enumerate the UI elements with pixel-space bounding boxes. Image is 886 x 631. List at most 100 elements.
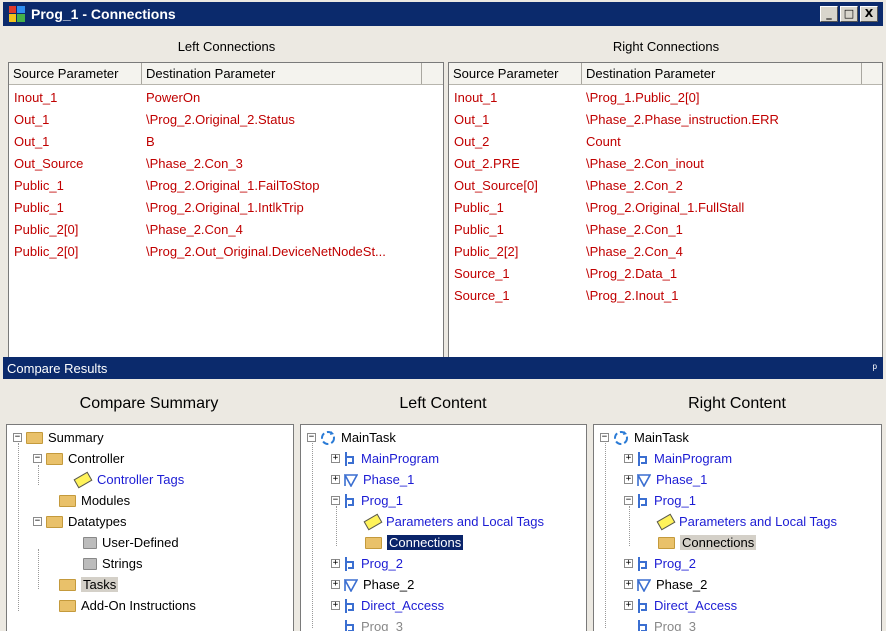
connection-row[interactable]: Public_2[0] \Phase_2.Con_4 [9,219,443,241]
folder-icon [26,431,43,444]
connection-row[interactable]: Out_1 \Phase_2.Phase_instruction.ERR [449,109,882,131]
column-header-destination[interactable]: Destination Parameter [582,63,862,84]
maximize-button[interactable]: □ [840,6,858,22]
expand-icon[interactable]: + [624,454,633,463]
destination-parameter-cell: \Phase_2.Con_4 [586,244,683,259]
tree-item-prog-3[interactable]: Prog_3 [637,616,696,631]
connection-row[interactable]: Out_1 B [9,131,443,153]
right-content-tree[interactable]: − MainTask + MainProgram + Phase_1− Prog_1 Para… [593,424,882,631]
tree-item-phase-1[interactable]: + Phase_1 [624,469,707,490]
tree-item-prog-2[interactable]: + Prog_2 [331,553,403,574]
tree-item-mainprogram[interactable]: + MainProgram [331,448,439,469]
connection-row[interactable]: Public_2[2] \Phase_2.Con_4 [449,241,882,263]
connection-row[interactable]: Inout_1 \Prog_1.Public_2[0] [449,87,882,109]
tree-item-phase-2[interactable]: + Phase_2 [331,574,414,595]
connection-row[interactable]: Source_1 \Prog_2.Inout_1 [449,285,882,307]
connection-row[interactable]: Out_Source \Phase_2.Con_3 [9,153,443,175]
tree-item-modules[interactable]: Modules [59,490,130,511]
source-parameter-cell: Public_1 [454,222,504,237]
collapse-icon[interactable]: − [33,517,42,526]
destination-parameter-cell: PowerOn [146,90,201,105]
folder-icon [59,599,76,612]
column-header-destination[interactable]: Destination Parameter [142,63,422,84]
tree-item-parameters-local-tags[interactable]: Parameters and Local Tags [363,511,544,532]
tree-item-phase-2[interactable]: + Phase_2 [624,574,707,595]
connection-row[interactable]: Out_2.PRE \Phase_2.Con_inout [449,153,882,175]
source-parameter-cell: Inout_1 [14,90,58,105]
expand-icon[interactable]: + [624,559,633,568]
compare-results-titlebar[interactable]: Compare Results ᵖ [3,357,883,379]
tree-item-datatypes[interactable]: − Datatypes [33,511,127,532]
tree-item-connections[interactable]: Connections [658,532,757,553]
tree-item-add-on-instructions[interactable]: Add-On Instructions [59,595,196,616]
expand-icon[interactable]: + [624,475,633,484]
compare-summary-tree[interactable]: − Summary − Controller Controller Tags M… [6,424,294,631]
tree-item-summary[interactable]: − Summary [13,427,104,448]
expand-icon[interactable]: + [624,580,633,589]
destination-parameter-cell: Count [586,134,621,149]
left-connections-list[interactable]: Source Parameter Destination Parameter I… [8,62,444,368]
tree-item-maintask[interactable]: − MainTask [307,427,396,448]
source-parameter-cell: Out_1 [14,112,50,127]
left-content-heading: Left Content [399,395,487,412]
pin-icon[interactable]: ᵖ [872,361,877,375]
connection-row[interactable]: Public_2[0] \Prog_2.Out_Original.DeviceNe… [9,241,443,263]
collapse-icon[interactable]: − [600,433,609,442]
expand-icon[interactable]: + [331,454,340,463]
tree-item-mainprogram[interactable]: + MainProgram [624,448,732,469]
tree-item-direct-access[interactable]: + Direct_Access [624,595,737,616]
collapse-icon[interactable]: − [33,454,42,463]
connection-row[interactable]: Public_1 \Phase_2.Con_1 [449,219,882,241]
phase-icon [637,473,651,487]
column-header-source[interactable]: Source Parameter [9,63,142,84]
connection-row[interactable]: Public_1 \Prog_2.Original_1.FailToStop [9,175,443,197]
connection-row[interactable]: Source_1 \Prog_2.Data_1 [449,263,882,285]
collapse-icon[interactable]: − [624,496,633,505]
compare-results-title: Compare Results [7,360,108,376]
connection-row[interactable]: Out_1 \Prog_2.Original_2.Status [9,109,443,131]
folder-icon [365,536,382,549]
expand-icon[interactable]: + [331,601,340,610]
left-content-tree[interactable]: − MainTask + MainProgram + Phase_1− Prog_1 Para… [300,424,587,631]
collapse-icon[interactable]: − [331,496,340,505]
connection-row[interactable]: Out_Source[0] \Phase_2.Con_2 [449,175,882,197]
window-titlebar[interactable]: Prog_1 - Connections _ □ X [3,2,883,26]
tree-item-prog-3[interactable]: Prog_3 [344,616,403,631]
collapse-icon[interactable]: − [307,433,316,442]
expand-icon[interactable]: + [331,580,340,589]
source-parameter-cell: Out_2 [454,134,490,149]
tree-item-controller-tags[interactable]: Controller Tags [73,469,184,490]
right-connections-list[interactable]: Source Parameter Destination Parameter I… [448,62,883,368]
tree-item-strings[interactable]: Strings [83,553,142,574]
destination-parameter-cell: \Phase_2.Con_1 [586,222,683,237]
connection-row[interactable]: Public_1 \Prog_2.Original_1.FullStall [449,197,882,219]
connection-row[interactable]: Public_1 \Prog_2.Original_1.IntlkTrip [9,197,443,219]
tree-item-parameters-local-tags[interactable]: Parameters and Local Tags [656,511,837,532]
source-parameter-cell: Public_2[2] [454,244,519,259]
compare-summary-heading: Compare Summary [79,395,219,412]
connection-row[interactable]: Out_2 Count [449,131,882,153]
expand-icon[interactable]: + [331,475,340,484]
connection-row[interactable]: Inout_1 PowerOn [9,87,443,109]
folder-icon [658,536,675,549]
source-parameter-cell: Out_Source [14,156,84,171]
tree-item-user-defined[interactable]: User-Defined [83,532,179,553]
tree-item-tasks[interactable]: Tasks [59,574,119,595]
tree-item-phase-1[interactable]: + Phase_1 [331,469,414,490]
collapse-icon[interactable]: − [13,433,22,442]
tree-item-maintask[interactable]: − MainTask [600,427,689,448]
program-icon [637,598,649,614]
tree-item-prog-2[interactable]: + Prog_2 [624,553,696,574]
tag-icon [73,471,93,488]
tree-item-controller[interactable]: − Controller [33,448,124,469]
tree-item-prog-1[interactable]: − Prog_1 [331,490,403,511]
expand-icon[interactable]: + [331,559,340,568]
minimize-button[interactable]: _ [820,6,838,22]
tree-item-direct-access[interactable]: + Direct_Access [331,595,444,616]
close-button[interactable]: X [860,6,878,22]
column-header-source[interactable]: Source Parameter [449,63,582,84]
expand-icon[interactable]: + [624,601,633,610]
tree-item-prog-1[interactable]: − Prog_1 [624,490,696,511]
tree-item-connections[interactable]: Connections [365,532,465,553]
window-title: Prog_1 - Connections [31,6,176,22]
